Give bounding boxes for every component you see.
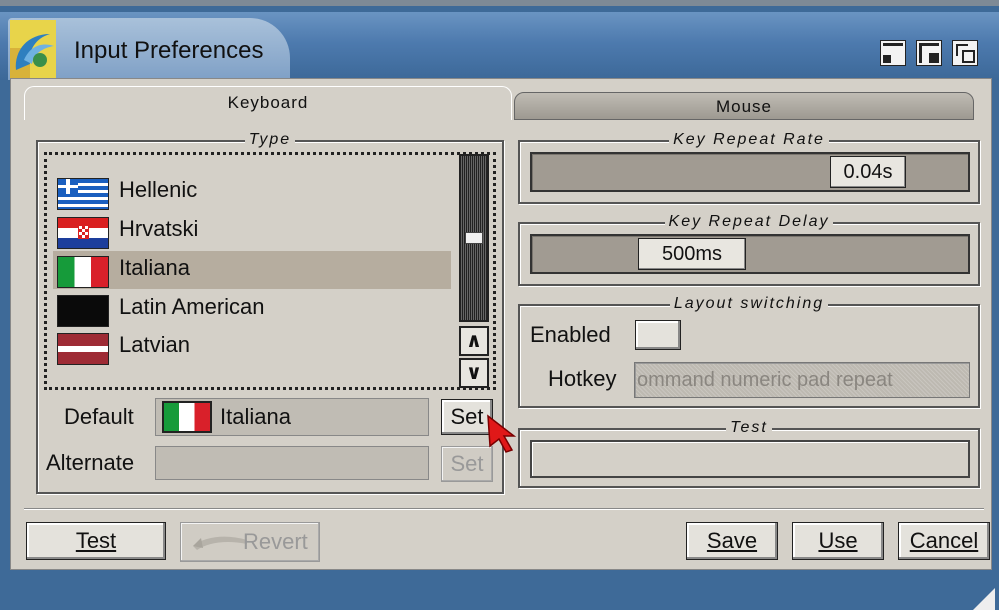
list-item-selected[interactable]: Italiana bbox=[53, 251, 451, 289]
alternate-field bbox=[155, 446, 429, 480]
list-item-label: Latin American bbox=[119, 294, 265, 319]
italy-flag-icon bbox=[162, 401, 212, 433]
maximize-icon[interactable] bbox=[916, 40, 942, 66]
default-label: Default bbox=[64, 404, 134, 429]
status-bar bbox=[0, 572, 999, 610]
key-repeat-delay-slider[interactable]: 500ms bbox=[530, 234, 970, 274]
test-button[interactable]: Test bbox=[26, 522, 166, 560]
enabled-toggle[interactable] bbox=[635, 320, 681, 350]
default-field: Italiana bbox=[155, 398, 429, 436]
minimize-icon[interactable] bbox=[880, 40, 906, 66]
scroll-down-button[interactable]: ∨ bbox=[459, 358, 489, 388]
greece-flag-icon bbox=[57, 178, 109, 210]
restore-icon[interactable] bbox=[952, 40, 978, 66]
key-repeat-delay-thumb[interactable]: 500ms bbox=[638, 238, 746, 270]
scrollbar-thumb[interactable] bbox=[465, 232, 483, 244]
italy-flag-icon bbox=[57, 256, 109, 288]
revert-button[interactable]: Revert bbox=[180, 522, 320, 562]
key-repeat-rate-thumb[interactable]: 0.04s bbox=[830, 156, 906, 188]
key-repeat-delay-legend: Key Repeat Delay bbox=[664, 213, 834, 230]
list-item[interactable]: Latin American bbox=[53, 290, 451, 328]
list-item[interactable]: Latvian bbox=[53, 328, 451, 366]
keyboard-type-list[interactable]: Hellenic Hrvatski Italiana Latin America… bbox=[44, 152, 496, 390]
latvia-flag-icon bbox=[57, 333, 109, 365]
list-item-label: Hrvatski bbox=[119, 216, 199, 241]
test-input[interactable] bbox=[530, 440, 970, 478]
use-button[interactable]: Use bbox=[792, 522, 884, 560]
enabled-label: Enabled bbox=[530, 322, 611, 347]
list-scrollbar[interactable] bbox=[459, 154, 489, 322]
revert-icon bbox=[193, 536, 247, 550]
list-item[interactable]: Hellenic bbox=[53, 173, 451, 211]
alternate-label: Alternate bbox=[46, 450, 135, 475]
layout-switching-legend: Layout switching bbox=[669, 295, 829, 312]
list-item-label: Latvian bbox=[119, 332, 190, 357]
hotkey-field[interactable]: ommand numeric pad repeat bbox=[634, 362, 970, 398]
list-item[interactable]: Hrvatski bbox=[53, 212, 451, 250]
window-title: Input Preferences bbox=[74, 37, 264, 64]
key-repeat-rate-legend: Key Repeat Rate bbox=[669, 131, 829, 148]
list-item-label: Hellenic bbox=[119, 177, 198, 202]
test-legend: Test bbox=[726, 419, 772, 436]
chevron-down-icon: ∨ bbox=[465, 362, 483, 384]
chevron-up-icon: ∧ bbox=[465, 330, 483, 352]
save-button-label: Save bbox=[706, 528, 758, 553]
use-button-label: Use bbox=[818, 528, 858, 553]
hotkey-label: Hotkey bbox=[548, 366, 617, 391]
input-preferences-window: Input Preferences Keyboard Mouse Type He… bbox=[0, 0, 999, 610]
scroll-up-button[interactable]: ∧ bbox=[459, 326, 489, 356]
app-logo-icon bbox=[10, 20, 56, 78]
revert-button-label: Revert bbox=[243, 529, 308, 554]
tab-mouse[interactable]: Mouse bbox=[514, 92, 974, 120]
default-value: Italiana bbox=[220, 404, 291, 429]
mouse-cursor-icon bbox=[487, 414, 517, 453]
tab-keyboard[interactable]: Keyboard bbox=[24, 86, 512, 120]
type-legend: Type bbox=[244, 131, 296, 148]
cancel-button-label: Cancel bbox=[909, 528, 979, 553]
black-flag-icon bbox=[57, 295, 109, 327]
croatia-flag-icon bbox=[57, 217, 109, 249]
list-item-label: Italiana bbox=[119, 255, 190, 280]
test-button-label: Test bbox=[75, 528, 117, 553]
save-button[interactable]: Save bbox=[686, 522, 778, 560]
key-repeat-rate-slider[interactable]: 0.04s bbox=[530, 152, 970, 192]
resize-grip-icon[interactable] bbox=[971, 588, 995, 610]
title-bar[interactable]: Input Preferences bbox=[0, 12, 999, 80]
cancel-button[interactable]: Cancel bbox=[898, 522, 990, 560]
footer-divider bbox=[24, 508, 984, 510]
